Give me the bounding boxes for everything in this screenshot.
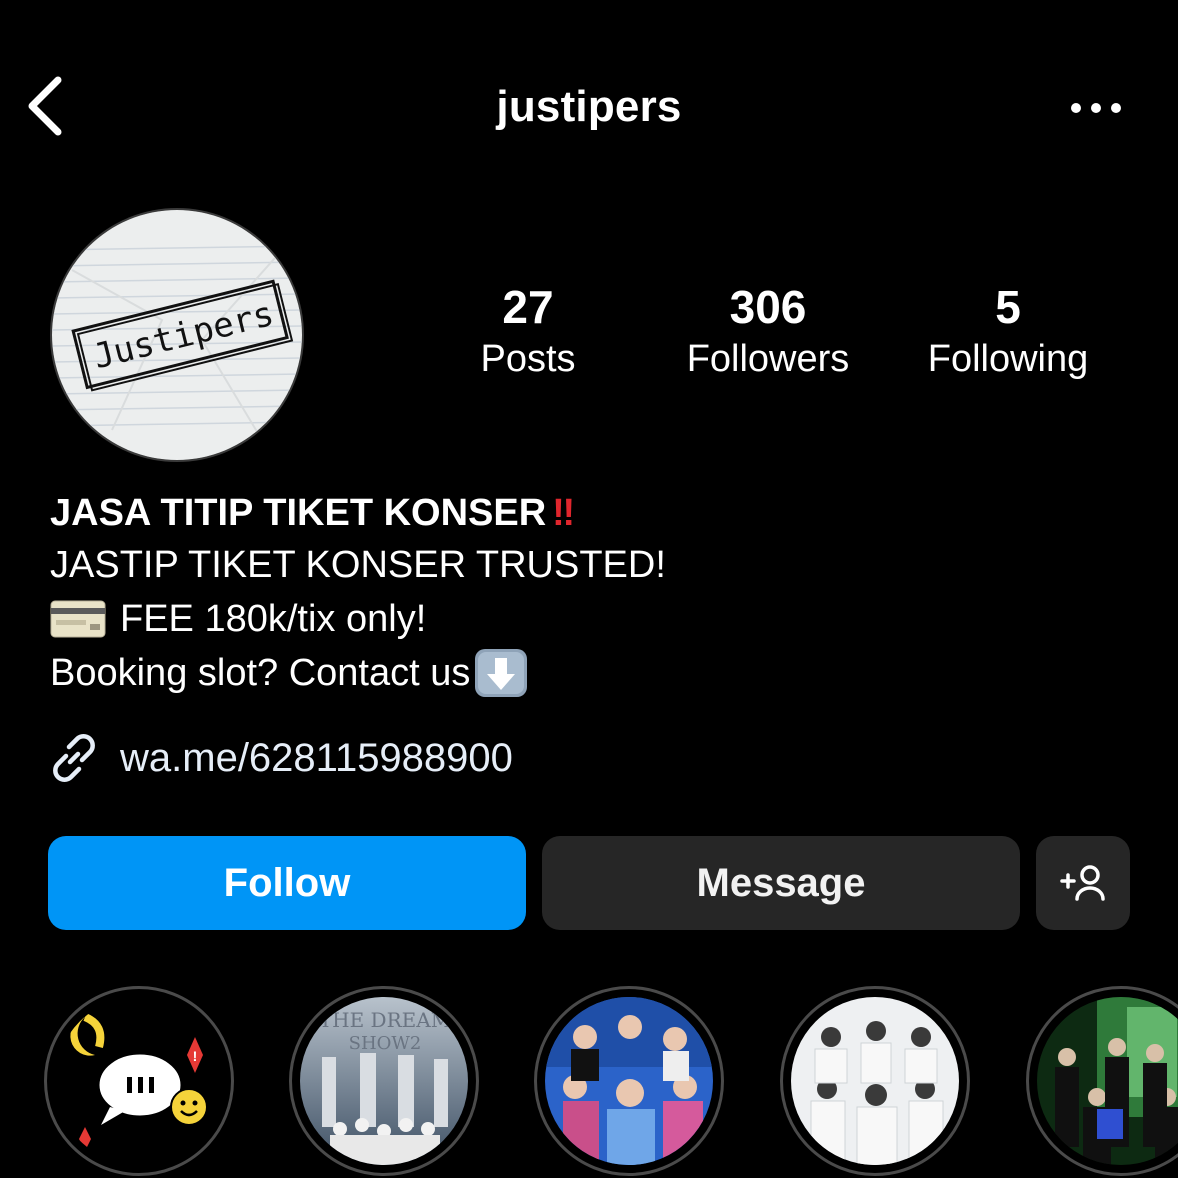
follow-button[interactable]: Follow bbox=[48, 836, 526, 930]
bio-link[interactable]: wa.me/628115988900 bbox=[48, 732, 513, 784]
story-highlight-4[interactable] bbox=[780, 986, 970, 1176]
story-highlight-2[interactable]: THE DREAM SHOW2 bbox=[289, 986, 479, 1176]
link-icon bbox=[53, 734, 95, 782]
suggested-accounts-button[interactable] bbox=[1036, 836, 1130, 930]
story-highlight-5[interactable] bbox=[1026, 986, 1178, 1176]
chat-bubble-sticker-icon: ! bbox=[55, 997, 223, 1165]
add-person-icon bbox=[1060, 865, 1105, 901]
bio-title: JASA TITIP TIKET KONSER bbox=[50, 492, 547, 534]
svg-text:THE DREAM: THE DREAM bbox=[319, 1008, 451, 1032]
svg-text:!: ! bbox=[193, 1048, 198, 1064]
bio-line-2: FEE 180k/tix only! bbox=[120, 598, 427, 640]
story-highlight-1[interactable]: ! bbox=[44, 986, 234, 1176]
down-arrow-icon bbox=[475, 649, 528, 697]
followers-label: Followers bbox=[686, 338, 850, 380]
story-highlight-3[interactable] bbox=[534, 986, 724, 1176]
message-button[interactable]: Message bbox=[542, 836, 1020, 930]
bio-line-1: JASTIP TIKET KONSER TRUSTED! bbox=[50, 544, 666, 586]
group-photo-green-image bbox=[1037, 997, 1178, 1165]
stat-followers[interactable]: 306 Followers bbox=[668, 280, 868, 384]
stat-posts[interactable]: 27 Posts bbox=[468, 280, 588, 384]
double-exclamation-icon: ‼ bbox=[552, 492, 575, 534]
followers-count: 306 bbox=[729, 281, 807, 333]
dream-show-cover-image: THE DREAM SHOW2 bbox=[300, 997, 468, 1165]
bio-line-3: Booking slot? Contact us bbox=[50, 652, 471, 694]
bio-link-text: wa.me/628115988900 bbox=[120, 735, 513, 780]
bio-title-row: JASA TITIP TIKET KONSER ‼ bbox=[50, 488, 1130, 538]
more-options-button[interactable] bbox=[1070, 96, 1122, 120]
profile-username: justipers bbox=[496, 82, 682, 131]
following-label: Following bbox=[927, 338, 1089, 380]
svg-text:SHOW2: SHOW2 bbox=[349, 1033, 422, 1054]
stat-following[interactable]: 5 Following bbox=[908, 280, 1108, 384]
more-horizontal-icon bbox=[1071, 103, 1121, 113]
bio-line-2-row: FEE 180k/tix only! bbox=[50, 592, 1130, 646]
bio-line-3-row: Booking slot? Contact us bbox=[50, 646, 1130, 700]
posts-count: 27 bbox=[502, 281, 554, 333]
top-navigation-bar: justipers bbox=[0, 60, 1178, 156]
credit-card-icon bbox=[50, 600, 106, 638]
avatar-image: Justipers bbox=[52, 210, 302, 460]
profile-avatar[interactable]: Justipers bbox=[50, 208, 304, 462]
posts-label: Posts bbox=[480, 338, 576, 380]
group-photo-color-image bbox=[545, 997, 713, 1165]
profile-bio: JASA TITIP TIKET KONSER ‼ JASTIP TIKET K… bbox=[50, 488, 1130, 700]
following-count: 5 bbox=[995, 281, 1021, 333]
group-photo-white-image bbox=[791, 997, 959, 1165]
